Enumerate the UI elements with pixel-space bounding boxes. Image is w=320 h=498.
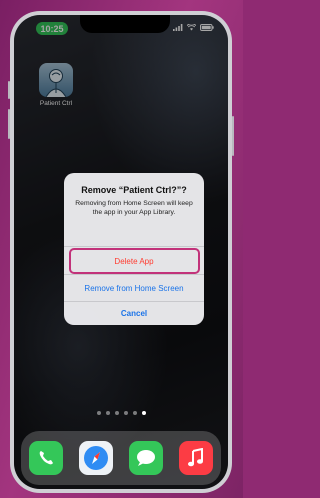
page-dot-active [141, 411, 146, 415]
page-dot [123, 411, 128, 415]
safari-icon[interactable] [79, 441, 113, 475]
delete-app-button[interactable]: Delete App [64, 248, 204, 274]
cancel-label: Cancel [120, 308, 148, 318]
side-button-left-2 [8, 109, 10, 139]
page-dot [96, 411, 101, 415]
side-button-left [8, 81, 10, 99]
page-indicator[interactable] [14, 411, 228, 415]
remove-from-home-screen-button[interactable]: Remove from Home Screen [64, 275, 204, 301]
phone-icon[interactable] [29, 441, 63, 475]
page-dot [114, 411, 119, 415]
highlight-ring [69, 248, 200, 274]
divider [64, 246, 204, 247]
page-dot [105, 411, 110, 415]
side-button-right [232, 116, 234, 156]
cancel-button[interactable]: Cancel [64, 301, 204, 325]
iphone-frame: 10:25 Patient Ctrl Remove “Patient Ctrl?… [8, 11, 234, 493]
alert-message: Removing from Home Screen will keep the … [75, 200, 193, 216]
remove-label: Remove from Home Screen [84, 283, 184, 293]
dock [21, 431, 221, 485]
phone-screen: 10:25 Patient Ctrl Remove “Patient Ctrl?… [14, 15, 228, 489]
remove-app-alert: Remove “Patient Ctrl?”? Removing from Ho… [64, 173, 204, 325]
page-dot [132, 411, 137, 415]
alert-title: Remove “Patient Ctrl?”? [81, 185, 187, 195]
music-icon[interactable] [179, 441, 213, 475]
messages-icon[interactable] [129, 441, 163, 475]
